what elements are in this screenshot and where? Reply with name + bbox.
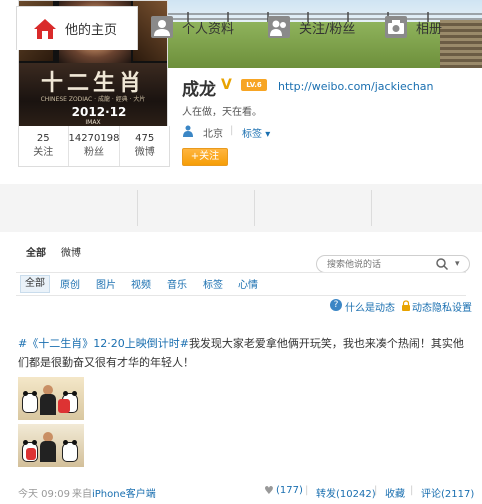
chevron-down-icon[interactable]: ▾ xyxy=(455,256,467,272)
filter-pictures[interactable]: 图片 xyxy=(96,276,116,291)
caret-down-icon: ▾ xyxy=(265,129,271,140)
profile-stats: 25 关注 14270198 粉丝 475 微博 xyxy=(18,126,170,167)
home-icon xyxy=(34,18,56,39)
tab-album[interactable]: 相册 xyxy=(384,6,464,48)
like-count[interactable]: (177) xyxy=(276,485,303,496)
stat-following[interactable]: 25 关注 xyxy=(19,126,69,166)
profile-bio: 人在做，天在看。 xyxy=(182,107,262,118)
stat-label: 关注 xyxy=(33,147,54,158)
lock-icon xyxy=(402,300,410,311)
privacy-settings-link[interactable]: 动态隐私设置 xyxy=(412,299,472,314)
post-photo[interactable] xyxy=(18,424,84,467)
stat-number: 475 xyxy=(135,133,155,144)
tab-label: 相册 xyxy=(416,21,443,37)
search-icon[interactable] xyxy=(435,257,449,271)
poster-title: 十二生肖 xyxy=(40,70,145,96)
camera-icon xyxy=(385,16,407,38)
tab-label: 他的主页 xyxy=(65,23,118,38)
divider xyxy=(371,190,372,226)
stat-label: 粉丝 xyxy=(84,147,104,158)
profile-name: 成龙 xyxy=(182,80,216,100)
filter-music[interactable]: 音乐 xyxy=(167,276,187,291)
post-text: #《十二生肖》12·20上映倒计时#我发现大家老爱拿他俩开玩笑，我也来凑个热闹！… xyxy=(18,334,470,372)
tab-home[interactable]: 他的主页 xyxy=(16,6,138,50)
separator: | xyxy=(374,485,378,496)
filter-mood[interactable]: 心情 xyxy=(238,276,258,291)
stat-posts[interactable]: 475 微博 xyxy=(120,126,169,166)
repost-button[interactable]: 转发(10242) xyxy=(316,485,376,500)
subtab-weibo[interactable]: 微博 xyxy=(61,244,81,259)
stat-number: 25 xyxy=(36,133,50,144)
post-time[interactable]: 今天 09:09 xyxy=(18,485,70,500)
poster-date: 2012·12 xyxy=(71,105,127,119)
filter-videos[interactable]: 视频 xyxy=(131,276,151,291)
tab-follow-fans[interactable]: 关注/粉丝 xyxy=(267,6,377,48)
post-source-label: 来自 xyxy=(72,489,92,500)
comment-button[interactable]: 评论(2117) xyxy=(421,485,474,500)
tab-label: 关注/粉丝 xyxy=(299,21,356,37)
search-input[interactable] xyxy=(325,258,439,272)
topic-link[interactable]: #《十二生肖》12·20上映倒计时# xyxy=(18,337,189,350)
filter-all[interactable]: 全部 xyxy=(20,275,50,293)
favorite-button[interactable]: 收藏 xyxy=(385,485,405,500)
question-icon: ? xyxy=(330,299,342,311)
separator: | xyxy=(305,485,309,496)
divider xyxy=(254,190,255,226)
subtab-all[interactable]: 全部 xyxy=(26,244,46,259)
filter-tags[interactable]: 标签 xyxy=(203,276,223,291)
filter-original[interactable]: 原创 xyxy=(60,276,80,291)
tab-profile-info[interactable]: 个人资料 xyxy=(150,6,260,48)
profile-nav xyxy=(0,184,482,233)
stat-number: 14270198 xyxy=(68,133,120,144)
help-link[interactable]: 什么是动态 xyxy=(345,299,395,314)
separator: | xyxy=(230,125,234,136)
poster-subtitle: CHINESE ZODIAC · 成龍 · 經典 · 大片 xyxy=(40,96,146,103)
vip-level-badge[interactable]: LV.6 xyxy=(241,79,267,91)
follow-button[interactable]: +关注 xyxy=(182,148,228,166)
person-icon xyxy=(183,125,193,137)
tags-label: 标签 xyxy=(242,129,262,140)
stat-label: 微博 xyxy=(134,147,155,158)
stat-followers[interactable]: 14270198 粉丝 xyxy=(69,126,121,166)
profile-icon xyxy=(151,16,173,38)
like-icon[interactable]: ♥ xyxy=(264,485,276,496)
poster-imax: IMAX xyxy=(85,119,101,126)
post-photo[interactable] xyxy=(18,377,84,420)
post-client-link[interactable]: iPhone客户端 xyxy=(92,485,156,500)
profile-home-link[interactable]: http://weibo.com/jackiechan xyxy=(278,80,434,93)
divider xyxy=(137,190,138,226)
profile-location: 北京 xyxy=(203,129,223,140)
tab-label: 个人资料 xyxy=(182,21,235,37)
tags-dropdown[interactable]: 标签 ▾ xyxy=(242,125,270,140)
verified-icon: V xyxy=(221,77,232,93)
follow-icon xyxy=(268,16,290,38)
search-box: ▾ xyxy=(316,255,470,273)
separator: | xyxy=(410,485,414,496)
